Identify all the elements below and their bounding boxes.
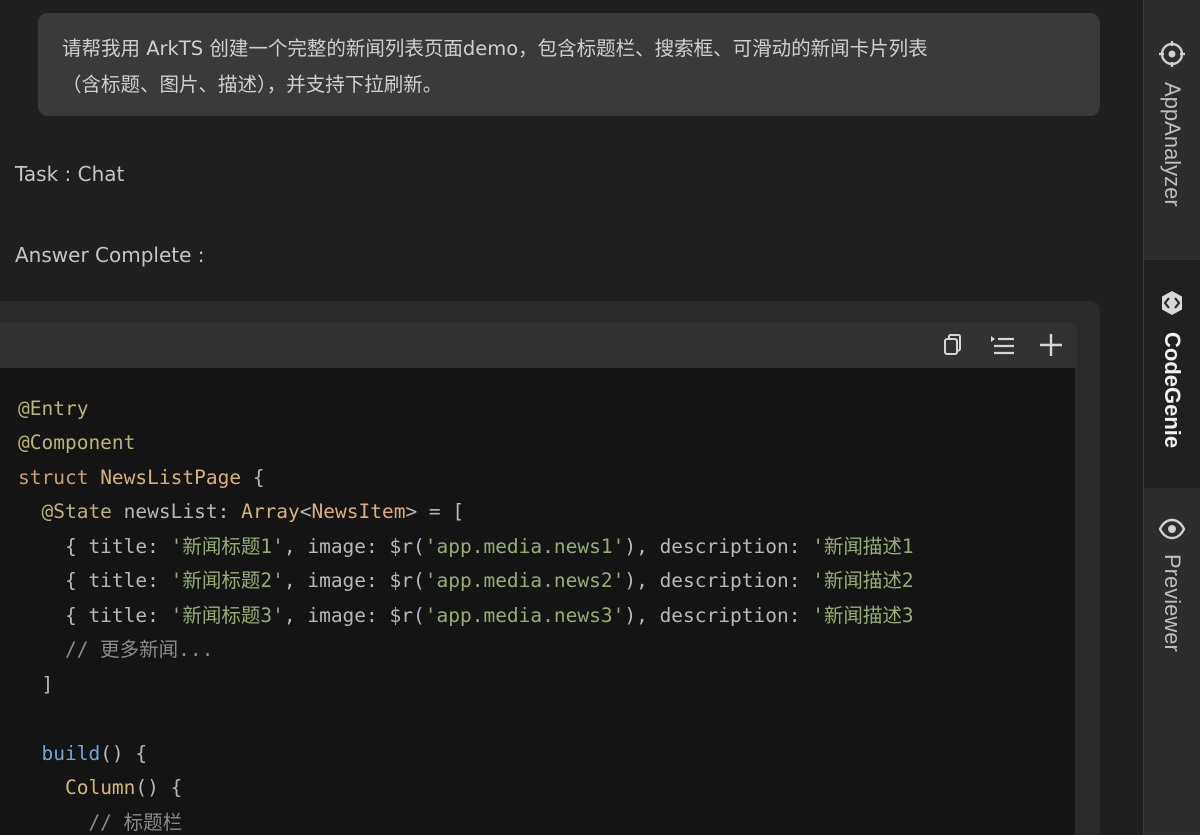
insert-code-button[interactable] [987, 330, 1017, 360]
code-token: () { [100, 742, 148, 765]
code-token: '新闻标题2' [170, 569, 284, 592]
tab-label: Previewer [1160, 554, 1185, 652]
copy-icon [944, 334, 961, 355]
code-token: '新闻描述2 [812, 569, 914, 592]
code-token: '新闻描述1 [812, 535, 914, 558]
code-token: , image: $r( [283, 535, 425, 558]
code-token: Array [241, 500, 300, 523]
prompt-line: （含标题、图片、描述），并支持下拉刷新。 [62, 73, 443, 96]
code-token: NewsListPage [100, 466, 242, 489]
code-token: Column [64, 776, 136, 799]
code-line: { title: '新闻标题1', image: $r('app.media.n… [18, 532, 914, 562]
app-analyzer-icon [1159, 41, 1185, 67]
user-prompt-bubble: 请帮我用 ArkTS 创建一个完整的新闻列表页面demo，包含标题栏、搜索框、可… [38, 13, 1100, 116]
eye-icon [1158, 518, 1186, 540]
code-line: build() { [18, 739, 147, 769]
task-label: Task : [15, 162, 72, 186]
code-token: 'app.media.news2' [424, 569, 625, 592]
task-value: Chat [77, 162, 125, 186]
task-row: Task : Chat [15, 162, 124, 186]
chat-panel: 请帮我用 ArkTS 创建一个完整的新闻列表页面demo，包含标题栏、搜索框、可… [0, 0, 1143, 835]
code-token: 'app.media.news3' [424, 604, 625, 627]
code-token: '新闻描述3 [812, 604, 914, 627]
new-file-button[interactable] [1036, 330, 1066, 360]
tab-previewer[interactable]: Previewer [1144, 490, 1200, 720]
right-tool-sidebar: AppAnalyzer CodeGenie Previewer [1143, 0, 1200, 835]
code-token: @State [41, 500, 112, 523]
code-token: build [41, 742, 101, 765]
code-token: @Component [18, 431, 136, 454]
code-token: // 标题栏 [18, 811, 183, 834]
code-line: { title: '新闻标题2', image: $r('app.media.n… [18, 566, 914, 596]
code-token: // 更多新闻... [18, 638, 214, 661]
code-token: '新闻标题3' [170, 604, 284, 627]
code-line: @Entry [18, 394, 88, 424]
code-token: struct [18, 466, 101, 489]
code-token: , image: $r( [283, 569, 425, 592]
code-line: @State newsList: Array<NewsItem> = [ [18, 497, 464, 527]
code-token: ] [18, 673, 54, 696]
code-token: { title: [18, 535, 171, 558]
code-token: { [241, 466, 265, 489]
prompt-line: 请帮我用 ArkTS 创建一个完整的新闻列表页面demo，包含标题栏、搜索框、可… [62, 37, 928, 60]
copy-button[interactable] [937, 330, 967, 360]
code-line: Column() { [18, 773, 182, 803]
codegenie-icon [1162, 291, 1182, 315]
code-token: @Entry [18, 397, 89, 420]
code-token: { title: [18, 569, 171, 592]
code-token: , image: $r( [283, 604, 425, 627]
code-token: () { [135, 776, 183, 799]
code-line: // 更多新闻... [18, 635, 213, 665]
code-token: ), description: [624, 569, 813, 592]
answer-status: Answer Complete : [15, 243, 205, 267]
tab-appanalyzer[interactable]: AppAnalyzer [1144, 0, 1200, 258]
code-line: struct NewsListPage { [18, 463, 265, 493]
code-token: ), description: [624, 604, 813, 627]
plus-icon [1040, 334, 1062, 356]
code-token: ), description: [624, 535, 813, 558]
insert-lines-icon [991, 336, 1014, 355]
code-line: { title: '新闻标题3', image: $r('app.media.n… [18, 601, 914, 631]
tab-label: CodeGenie [1160, 332, 1185, 449]
code-block-toolbar [0, 322, 1077, 368]
code-token: > = [ [405, 500, 465, 523]
code-line: // 标题栏 [18, 808, 182, 835]
code-token: newsList: [111, 500, 242, 523]
code-line: ] [18, 670, 53, 700]
tab-codegenie[interactable]: CodeGenie [1144, 260, 1200, 488]
code-token: NewsItem [311, 500, 406, 523]
code-token: 'app.media.news1' [424, 535, 625, 558]
code-token: { title: [18, 604, 171, 627]
code-block[interactable]: @Entry @Component struct NewsListPage { @S… [0, 368, 1075, 835]
tab-label: AppAnalyzer [1160, 82, 1185, 207]
code-token: '新闻标题1' [170, 535, 284, 558]
code-token: < [299, 500, 312, 523]
code-line: @Component [18, 428, 135, 458]
